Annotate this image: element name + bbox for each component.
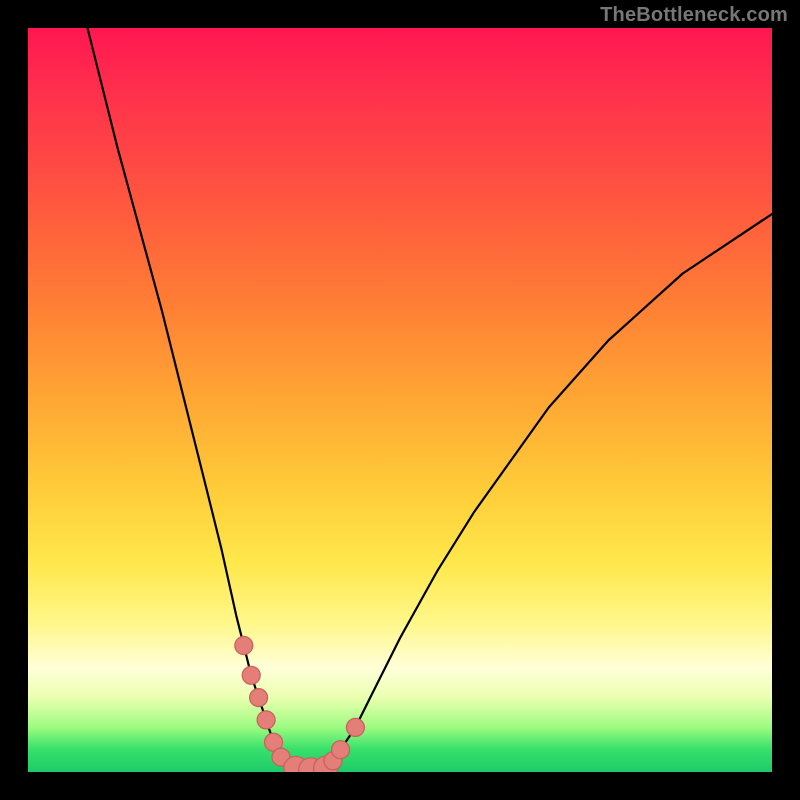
highlight-dot [242, 666, 260, 684]
highlight-dot [257, 711, 275, 729]
highlight-dot [235, 637, 253, 655]
chart-frame: TheBottleneck.com [0, 0, 800, 800]
bottleneck-curve [88, 28, 773, 770]
highlight-dot-group [235, 637, 365, 773]
highlight-dot [332, 741, 350, 759]
highlight-dot [250, 689, 268, 707]
chart-overlay [28, 28, 772, 772]
highlight-dot [346, 718, 364, 736]
plot-area [28, 28, 772, 772]
watermark: TheBottleneck.com [600, 4, 788, 27]
